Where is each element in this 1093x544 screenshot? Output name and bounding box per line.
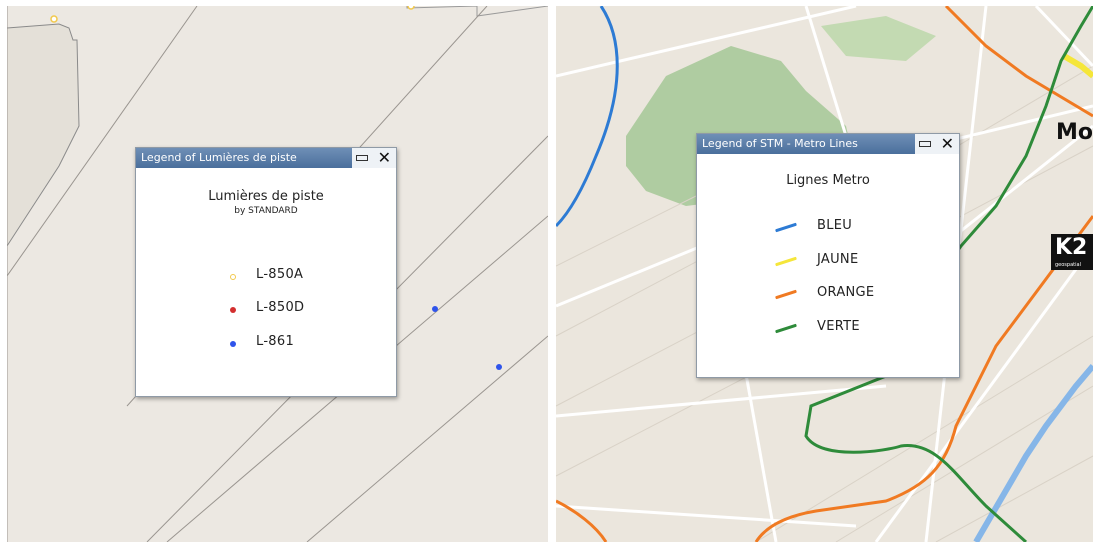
legend-titlebar[interactable]: Legend of STM - Metro Lines ✕ [697,134,959,154]
k2-logo-text: K2 [1055,235,1088,260]
window-controls: ✕ [915,134,959,154]
legend-symbol-ring-yellow [230,274,236,280]
metro-line-bleu [556,6,619,228]
light-point-l850a [50,15,58,23]
legend-item-label: BLEU [817,218,853,233]
k2-logo: K2 geospatial [1051,234,1093,270]
legend-window-lumieres[interactable]: Legend of Lumières de piste ✕ Lumières d… [135,147,397,397]
light-point-l861 [432,306,438,312]
legend-line-swatch-green [775,323,797,334]
map-place-label: Mo [1055,120,1093,145]
legend-item-label: JAUNE [817,252,859,267]
legend-window-title: Legend of STM - Metro Lines [702,137,858,150]
legend-titlebar[interactable]: Legend of Lumières de piste ✕ [136,148,396,168]
legend-window-title: Legend of Lumières de piste [141,151,297,164]
minimize-icon[interactable] [356,155,368,161]
legend-item-label: VERTE [817,319,860,334]
close-icon[interactable]: ✕ [378,148,391,168]
close-icon[interactable]: ✕ [941,134,954,154]
legend-window-stm[interactable]: Legend of STM - Metro Lines ✕ Lignes Met… [696,133,960,378]
legend-line-swatch-yellow [775,256,797,267]
legend-title: Lignes Metro [786,173,870,188]
k2-logo-subtext: geospatial [1055,262,1081,268]
legend-symbol-dot-red [230,307,236,313]
legend-line-swatch-blue [775,222,797,233]
minimize-icon[interactable] [919,141,931,147]
legend-item-label: ORANGE [817,285,875,300]
legend-line-swatch-orange [775,289,797,300]
legend-subtitle: by STANDARD [234,206,298,216]
light-point-l850a [407,6,415,10]
legend-symbol-dot-blue [230,341,236,347]
legend-item-label: L-850A [256,267,304,282]
light-point-l861 [496,364,502,370]
window-controls: ✕ [352,148,396,168]
left-map-view[interactable]: Legend of Lumières de piste ✕ Lumières d… [7,6,548,542]
right-map-view[interactable]: Mo K2 geospatial Legend of STM - Metro L… [556,6,1093,542]
metro-line-jaune [1062,53,1093,79]
legend-title: Lumières de piste [208,189,324,204]
legend-item-label: L-861 [256,334,295,349]
legend-item-label: L-850D [256,300,305,315]
